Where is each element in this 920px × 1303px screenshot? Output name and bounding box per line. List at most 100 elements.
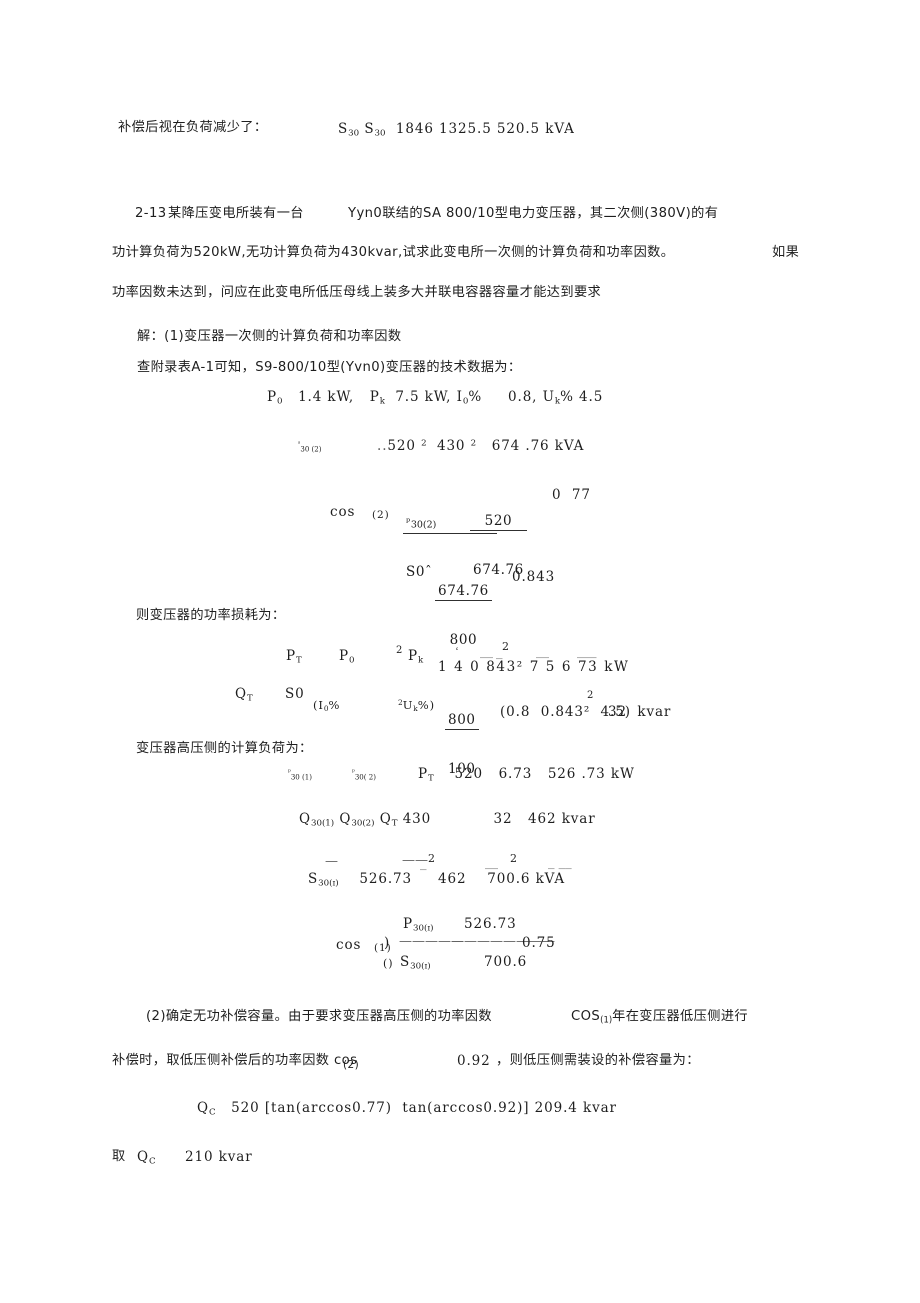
- cos-phi-1-num-symbol: P30(ɪ): [403, 917, 433, 934]
- s30-2-result-dec: .76: [525, 438, 550, 454]
- cos-phi-1-paren: ): [384, 935, 391, 951]
- part2-cos-sub: (1): [600, 1014, 613, 1025]
- transformer-parameters: P0 1.4 kW, Pk 7.5 kW, I0% 0.8, Uk% 4.5: [267, 390, 603, 407]
- p0-symbol: P: [267, 389, 277, 405]
- part2-cos-symbol: COS(1)年在变压器低压侧进行: [571, 1009, 748, 1025]
- qt-i0-open: (I: [313, 698, 324, 712]
- pt-exponent: 2: [396, 645, 404, 656]
- p30-1-symbol-left: ᵖ30 (1): [288, 768, 312, 781]
- part2-cos-tail: 年在变压器低压侧进行: [612, 1009, 748, 1024]
- q30-1-expression: Q30(1) Q30(2) QT 430 32 462 kvar: [299, 812, 596, 829]
- p30-1-v1: 520: [454, 766, 483, 782]
- pt-pk-sub: k: [417, 655, 424, 666]
- qc-sym: Q: [197, 1100, 209, 1116]
- cos-phi-2-label: cos: [330, 504, 356, 520]
- problem-part-c: 功计算负荷为520kW,无功计算负荷为430kvar,试求此变电所一次侧的计算负…: [112, 245, 675, 260]
- carryover-sub2: 30: [374, 128, 386, 139]
- s30-2-unit: kVA: [554, 438, 585, 454]
- pt-artifact-dash-2: _: [496, 645, 503, 660]
- part2-line-c-tail: ，则低压侧需装设的补偿容量为：: [496, 1053, 700, 1068]
- cos-phi-2-den-sym-text: S0: [406, 563, 426, 580]
- cos-phi-1-num-sub: 30(ɪ): [412, 923, 434, 934]
- qc-sub: C: [208, 1107, 216, 1118]
- pt-pk: Pk: [408, 649, 423, 666]
- qc-final-prefix: 取: [112, 1149, 126, 1164]
- p30-1-result: 526: [547, 766, 577, 782]
- qt-uk-term: 2Uk%): [398, 699, 435, 713]
- qc-final-value-text: 210: [185, 1149, 214, 1165]
- qt-sym-text: Q: [235, 686, 247, 702]
- uk-percent: %: [560, 389, 574, 405]
- cos-phi-2-den-caret: ˆ: [425, 563, 433, 580]
- s30-1-sub: 30(ɪ): [318, 878, 339, 889]
- s30-1-a: 526.73: [359, 871, 413, 887]
- s30-1-result: 700.6: [487, 871, 531, 887]
- s30-1-artifact-dash-3: _: [420, 856, 427, 871]
- s30-1-unit: kVA: [535, 871, 566, 887]
- qc-equation: QC 520 [tan(arccos0.77) tan(arccos0.92)]…: [197, 1101, 617, 1118]
- qc-final-symbol: QC: [137, 1150, 156, 1167]
- cos-phi-1-den-value: 700.6: [484, 954, 528, 970]
- load-ratio-numerator: 674.76: [435, 584, 492, 602]
- qc-final-sub: C: [148, 1156, 156, 1167]
- s30-2-term-a: 520: [387, 438, 416, 454]
- p30-1-result-dec: .73: [581, 766, 606, 782]
- s30-2-subscript: 30 (2): [300, 444, 322, 454]
- pk-value: 7.5 kW,: [395, 389, 452, 405]
- q30-1-sub1: 30(1): [310, 818, 335, 829]
- cos-phi-1-result: 0.75: [522, 935, 556, 951]
- p30-1-sub1: 30 (1): [290, 772, 312, 782]
- carryover-v1: 1846: [395, 121, 434, 137]
- s30-2-term-b: 430: [436, 438, 466, 454]
- s30-2-expression: ..520 2 430 2 674 .76 kVA: [377, 439, 584, 454]
- pt-p0-sub: 0: [348, 655, 355, 666]
- q30-1-sym1: Q: [299, 811, 311, 827]
- pt-artifact-exponent: 2: [502, 640, 510, 653]
- pt-p0: P0: [339, 649, 354, 666]
- load-ratio-result: 0.843: [512, 569, 556, 585]
- power-loss-heading: 则变压器的功率损耗为：: [136, 608, 286, 623]
- p30-1-sub2: 30( 2): [354, 772, 376, 782]
- solution-heading: 解：(1)变压器一次侧的计算负荷和功率因数: [137, 329, 402, 344]
- carryover-sym1: S: [338, 121, 349, 137]
- q30-1-v2: 32: [493, 811, 513, 827]
- problem-number: 2-13: [135, 206, 167, 221]
- carryover-v2: 1325.5: [439, 121, 492, 137]
- s30-2-symbol: ˢ30 (2): [298, 440, 322, 453]
- pt-pk-sym: P: [408, 648, 418, 664]
- qc-unit: kvar: [583, 1100, 617, 1116]
- qc-result: 209.4: [534, 1100, 578, 1116]
- p0-value: 1.4 kW,: [298, 389, 355, 405]
- p30-1-unit: kW: [610, 766, 635, 782]
- i0-percent: %: [468, 389, 483, 405]
- lookup-line: 查附录表A-1可知，S9-800/10型(Yvn0)变压器的技术数据为：: [137, 360, 522, 375]
- s30-1-exp-b: 2: [510, 852, 518, 865]
- pt-p0-sym: P: [339, 648, 349, 664]
- qc-final-unit: kvar: [218, 1149, 253, 1165]
- cos-phi-1-den-symbol: S30(ɪ): [400, 955, 431, 972]
- cos-phi-1-label: cos: [336, 937, 362, 953]
- q30-1-sub2: 30(2): [351, 818, 375, 829]
- pt-artifact-dash-3: __: [536, 644, 549, 659]
- s30-1-artifact-dash-1: —: [325, 854, 338, 869]
- p30-1-pt-sym: P: [418, 766, 428, 782]
- carryover-unit: kVA: [545, 121, 575, 137]
- s30-1-expression: S30(ɪ) 526.73 462 700.6 kVA: [308, 872, 565, 889]
- s30-1-exp-a: 2: [428, 852, 436, 865]
- cos-phi-1-den-sym-text: S: [400, 954, 411, 970]
- qt-uk-sym: U: [402, 698, 414, 712]
- q30-1-sym2: Q: [339, 811, 352, 827]
- s30-2-dots: ..: [377, 438, 388, 454]
- carryover-expression: S30 S30 1846 1325.5 520.5 kVA: [338, 122, 575, 139]
- qc-final-sym-text: Q: [137, 1149, 149, 1165]
- qt-bracket-exponent: 2: [587, 690, 595, 701]
- qc-final-value: 210 kvar: [185, 1150, 253, 1165]
- pt-artifact-dash-1: __: [480, 644, 493, 659]
- cos-phi-2-subscript: (2): [372, 509, 390, 521]
- part2-line-c-sub: (2): [343, 1059, 360, 1071]
- cos-phi-1-num-value: 526.73: [464, 916, 517, 932]
- pt-terms: 1 4 0 843² 7 5 6 73 kW: [438, 659, 630, 675]
- pt-artifact-dash-4: ___: [577, 644, 597, 659]
- q30-1-unit: kvar: [561, 811, 596, 827]
- qt-subscript: T: [246, 693, 253, 704]
